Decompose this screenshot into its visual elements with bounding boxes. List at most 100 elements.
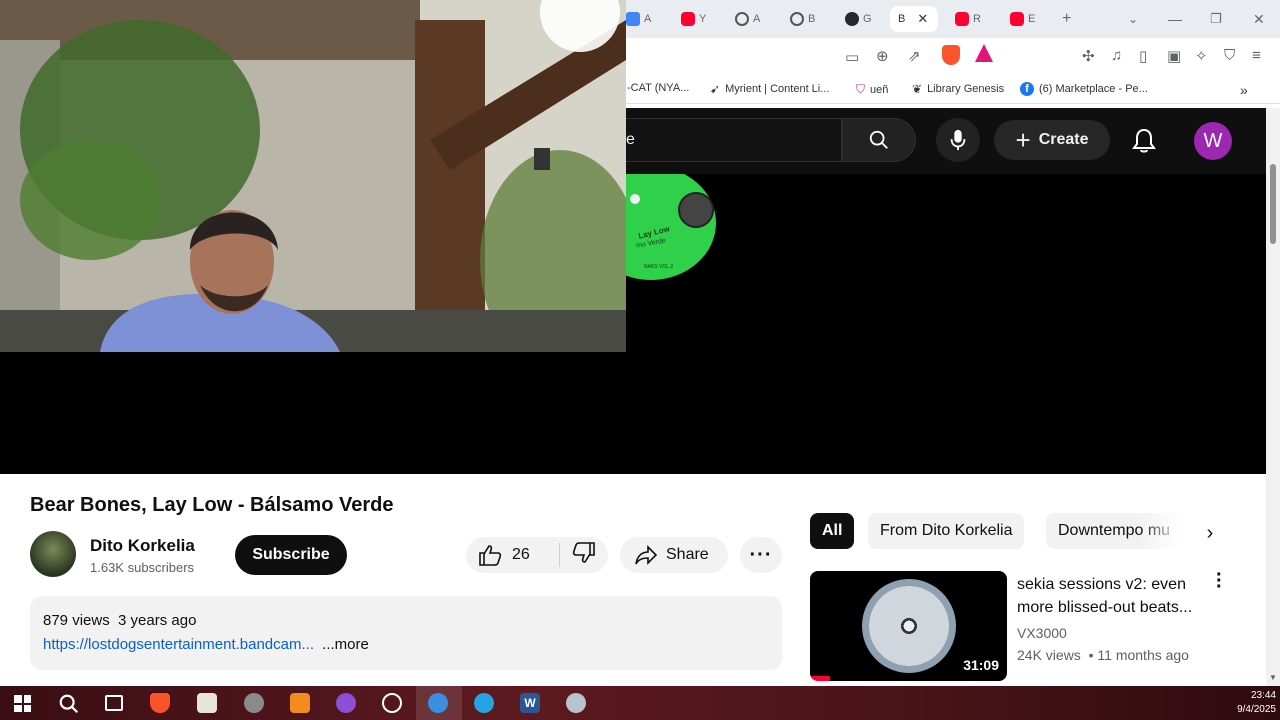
vpn-icon[interactable]: ⛉ (1224, 47, 1235, 64)
record-hole (630, 194, 640, 204)
browser-tab[interactable]: A (735, 6, 760, 32)
system-clock[interactable]: 23:44 9/4/2025 (1226, 689, 1276, 717)
minimize-icon[interactable]: — (1168, 6, 1182, 32)
search-button[interactable] (842, 118, 916, 162)
new-tab-icon[interactable]: + (1062, 6, 1071, 32)
tab-label: A (644, 13, 652, 25)
search-icon (869, 130, 888, 149)
channel-avatar[interactable] (30, 531, 76, 577)
browser-tab[interactable]: G (845, 6, 872, 32)
word-icon[interactable]: W (520, 693, 540, 713)
music-icon[interactable]: ♫ (1111, 47, 1122, 64)
bookmark-item[interactable]: -CAT (NYA... (627, 82, 689, 94)
clock-time: 23:44 (1250, 690, 1276, 701)
app-icon[interactable] (197, 693, 217, 713)
view-count: 879 views (43, 612, 110, 629)
notifications-button[interactable] (1132, 128, 1156, 159)
close-tab-icon[interactable]: ✕ (917, 11, 928, 27)
subscribe-button[interactable]: Subscribe (235, 535, 347, 575)
chevron-right-icon[interactable]: › (1196, 519, 1224, 547)
like-button[interactable]: 26 (466, 543, 560, 567)
browser-tab-active[interactable]: B ✕ (890, 6, 938, 32)
book-icon: ❦ (912, 82, 923, 96)
create-button[interactable]: + Create (994, 120, 1110, 160)
browser-tab[interactable]: Y (681, 6, 706, 32)
chip-all[interactable]: All (810, 513, 855, 549)
bookmark-item[interactable]: ⛉ ueñ (856, 82, 888, 97)
browser-tab[interactable]: E (1010, 6, 1035, 32)
app-icon[interactable] (244, 693, 264, 713)
app-icon[interactable] (566, 693, 586, 713)
webcam-overlay (0, 0, 626, 352)
chip-from-channel[interactable]: From Dito Korkelia (868, 513, 1025, 549)
windows-taskbar: W 23:44 9/4/2025 (0, 686, 1280, 720)
description-link[interactable]: https://lostdogsentertainment.bandcam... (43, 636, 314, 653)
recommendation-thumbnail[interactable]: 31:09 (810, 571, 1007, 681)
app-icon[interactable] (290, 693, 310, 713)
search-icon[interactable] (58, 693, 80, 715)
windows-start-icon[interactable] (14, 695, 31, 712)
share-button[interactable]: Share (620, 537, 728, 573)
browser-icon[interactable] (428, 693, 448, 713)
bookmark-label: Myrient | Content Li... (725, 83, 830, 95)
extensions-icon[interactable]: ✣ (1082, 47, 1095, 65)
page-scrollbar[interactable]: ▼ (1266, 108, 1280, 686)
restore-icon[interactable]: ❐ (1210, 6, 1222, 32)
sidebar-icon[interactable]: ▯ (1139, 47, 1147, 65)
voice-search-button[interactable] (936, 118, 980, 162)
close-window-icon[interactable]: ✕ (1253, 6, 1265, 32)
avatar-letter: W (1203, 129, 1223, 152)
recommendation-menu-icon[interactable]: · · · (1216, 565, 1223, 597)
subscribe-label: Subscribe (252, 546, 330, 563)
zoom-icon[interactable]: ⊕ (876, 47, 889, 65)
show-more-button[interactable]: ...more (322, 636, 369, 653)
browser-tab[interactable]: B (790, 6, 815, 32)
share-page-icon[interactable]: ⇗ (908, 47, 921, 65)
cast-icon[interactable]: ▭ (845, 48, 859, 66)
app-icon[interactable] (474, 693, 494, 713)
leo-ai-icon[interactable]: ✧ (1195, 47, 1208, 65)
album-art: Lay Low mo Verde NAKS VOL.2 (626, 174, 726, 282)
bookmark-item[interactable]: ➹ Myrient | Content Li... (710, 82, 829, 96)
tab-search-icon[interactable]: ⌄ (1128, 6, 1138, 32)
more-bookmarks-icon[interactable]: » (1240, 82, 1248, 98)
menu-icon[interactable]: ≡ (1252, 47, 1261, 64)
dislike-button[interactable] (560, 541, 596, 569)
browser-tab[interactable]: R (955, 6, 981, 32)
description-line: https://lostdogsentertainment.bandcam...… (43, 636, 369, 653)
upload-age: 3 years ago (118, 612, 197, 629)
scrollbar-thumb[interactable] (1270, 164, 1276, 244)
discord-icon[interactable] (336, 693, 356, 713)
screen: A Y A B G B ✕ R E + ⌄ — ❐ ✕ ▭ ⊕ ⇗ ✣ ♫ ▯ ▣… (0, 0, 1280, 720)
recommendation-title[interactable]: sekia sessions v2: even more blissed-out… (1017, 573, 1213, 619)
share-icon (635, 545, 658, 565)
recommendation-age: 11 months ago (1097, 647, 1189, 663)
brave-icon[interactable] (150, 693, 170, 713)
bell-icon (1132, 128, 1156, 153)
bookmark-item[interactable]: ❦ Library Genesis (912, 82, 1004, 96)
compass-favicon-icon (790, 12, 804, 26)
artist-photo (678, 192, 714, 228)
more-actions-button[interactable]: ··· (740, 537, 782, 573)
recommendation-views: 24K views (1017, 647, 1081, 663)
tab-label: Y (699, 13, 707, 25)
like-count: 26 (512, 546, 530, 563)
recommendation-channel[interactable]: VX3000 (1017, 625, 1067, 641)
youtube-favicon-icon (681, 12, 695, 26)
search-input[interactable]: e (626, 118, 842, 162)
brave-shield-icon[interactable] (942, 45, 960, 65)
avatar[interactable]: W (1194, 122, 1232, 160)
scroll-down-icon[interactable]: ▼ (1269, 673, 1277, 682)
task-view-icon[interactable] (105, 695, 123, 711)
cd-disc (862, 579, 956, 673)
bookmark-item[interactable]: f (6) Marketplace - Pe... (1020, 82, 1148, 96)
tab-label: E (1028, 13, 1036, 25)
channel-name[interactable]: Dito Korkelia (90, 536, 195, 556)
brave-rewards-icon[interactable] (975, 44, 993, 62)
wallet-icon[interactable]: ▣ (1167, 47, 1181, 65)
obs-icon[interactable] (382, 693, 402, 713)
chip-fade (1140, 513, 1200, 549)
youtube-header: e + Create W (626, 108, 1280, 174)
description-box[interactable]: 879 views 3 years ago https://lostdogsen… (30, 596, 782, 670)
browser-tab[interactable]: A (626, 6, 651, 32)
